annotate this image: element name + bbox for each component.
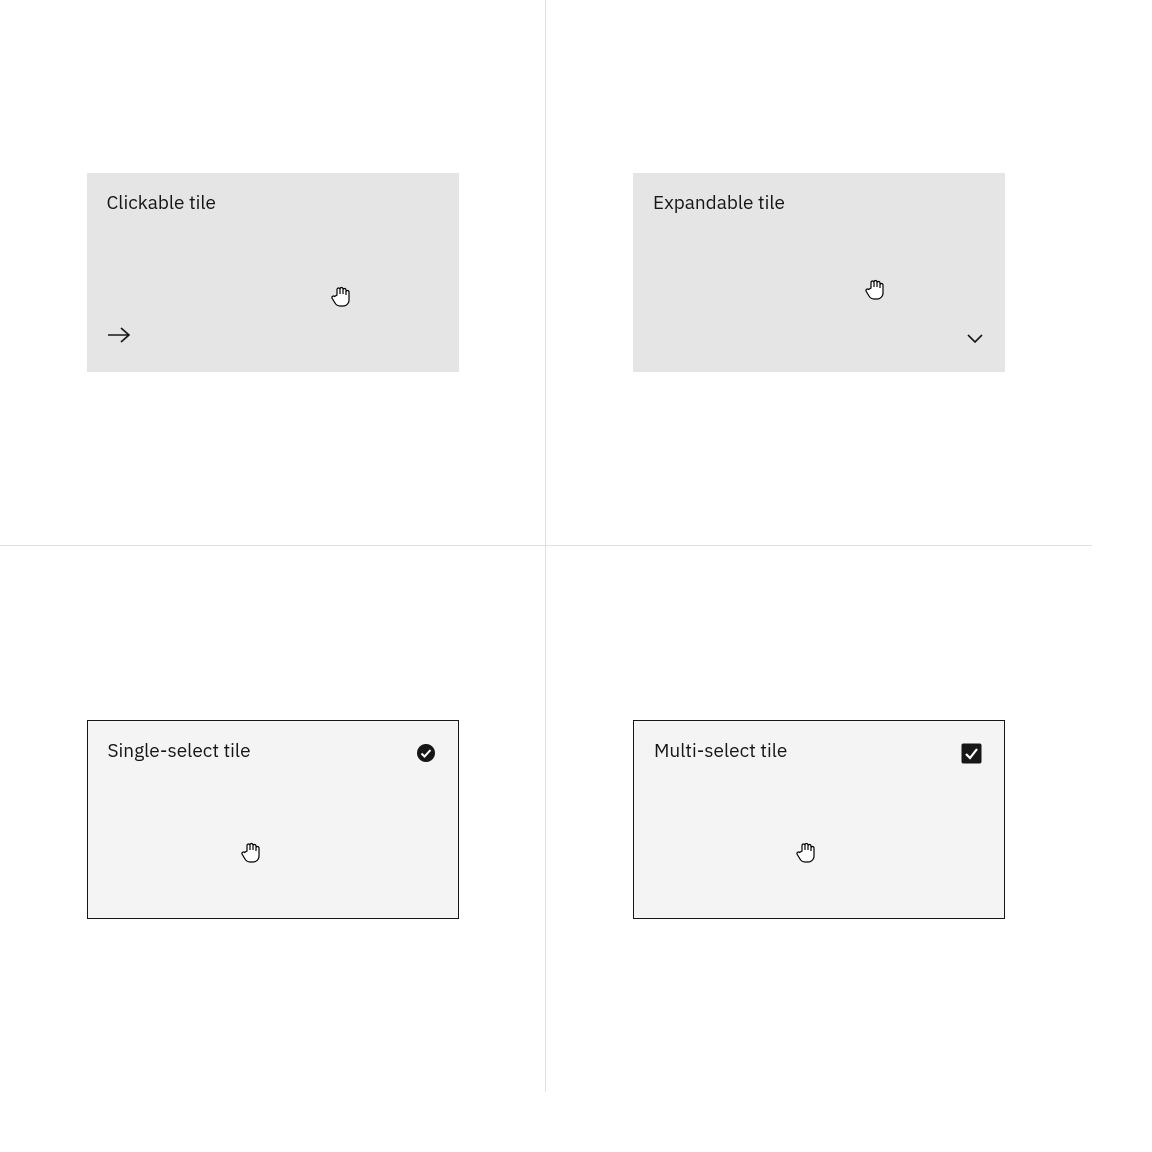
single-select-tile[interactable]: Single-select tile [87,720,459,919]
cell-single-select: Single-select tile [0,546,546,1092]
checkmark-filled-circle-icon [416,743,436,769]
tile-title: Multi-select tile [654,739,984,763]
cell-expandable: Expandable tile [546,0,1092,546]
multi-select-tile[interactable]: Multi-select tile [633,720,1005,919]
clickable-tile[interactable]: Clickable tile [87,173,459,372]
checkbox-checked-icon [961,743,982,770]
tile-title: Single-select tile [108,739,438,763]
tile-examples-grid: Clickable tile Expandable tile [0,0,1092,1092]
cell-clickable: Clickable tile [0,0,546,546]
chevron-down-icon [967,326,983,350]
tile-title: Clickable tile [107,191,439,215]
expandable-tile[interactable]: Expandable tile [633,173,1005,372]
cell-multi-select: Multi-select tile [546,546,1092,1092]
arrow-right-icon [107,326,131,350]
tile-title: Expandable tile [653,191,985,215]
